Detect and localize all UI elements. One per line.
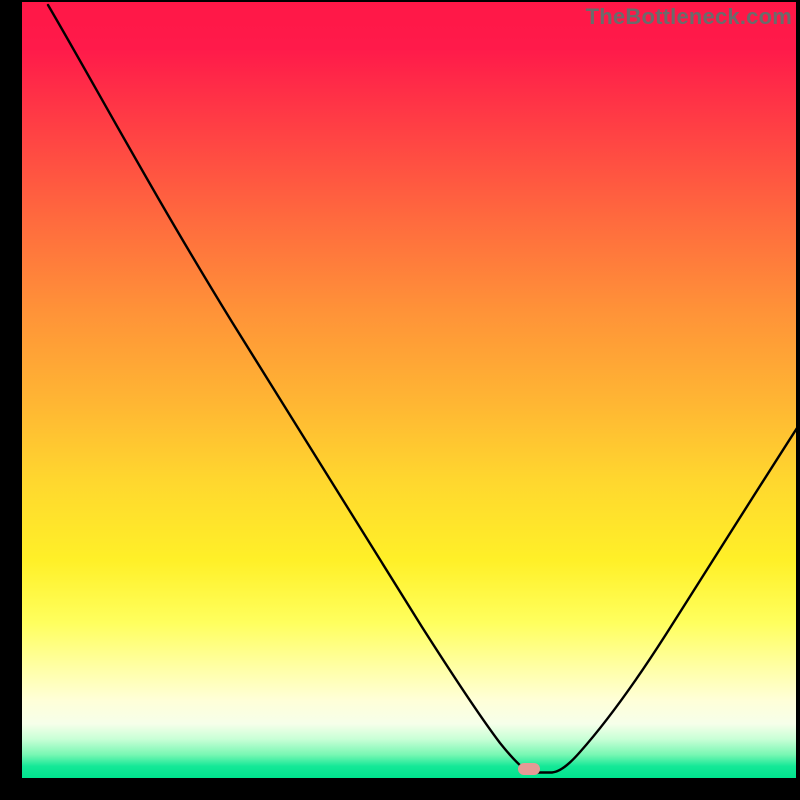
bottleneck-chart: TheBottleneck.com: [0, 0, 800, 800]
bottleneck-curve: [22, 2, 796, 778]
attribution-watermark: TheBottleneck.com: [586, 4, 792, 30]
plot-area: [22, 2, 796, 778]
optimum-marker: [518, 763, 540, 775]
curve-path: [48, 5, 796, 773]
